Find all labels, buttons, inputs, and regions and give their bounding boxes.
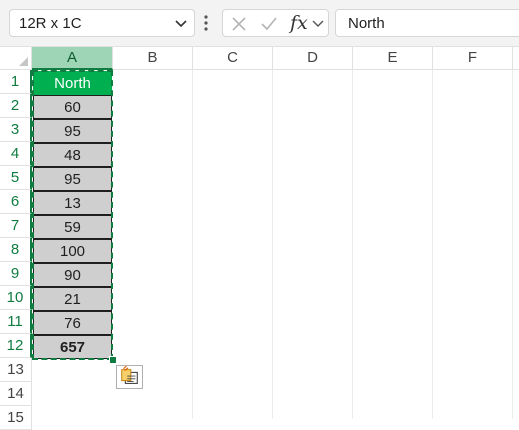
cell-a6[interactable]: 13 (33, 191, 112, 215)
column-header-c[interactable]: C (193, 47, 273, 70)
cell-a9[interactable]: 90 (33, 263, 112, 287)
cell-a1[interactable]: North (33, 71, 112, 95)
gridline (352, 70, 353, 419)
cancel-icon[interactable] (231, 16, 247, 32)
formula-controls: fx (222, 9, 329, 37)
chevron-down-icon[interactable] (312, 18, 324, 30)
gridline (272, 70, 273, 419)
row-header-1[interactable]: 1 (0, 70, 32, 94)
row-header-10[interactable]: 10 (0, 286, 32, 310)
row-header-2[interactable]: 2 (0, 94, 32, 118)
cell-a4[interactable]: 48 (33, 143, 112, 167)
check-icon[interactable] (260, 16, 278, 32)
cell-a2[interactable]: 60 (33, 95, 112, 119)
name-box-value: 12R x 1C (19, 15, 82, 32)
worksheet-grid: A B C D E F 1 2 3 4 5 6 7 8 9 10 11 12 1… (0, 47, 519, 430)
row-header-14[interactable]: 14 (0, 382, 32, 406)
fill-handle[interactable] (109, 356, 117, 364)
chevron-down-icon[interactable] (174, 18, 188, 30)
formula-bar: 12R x 1C fx North (0, 0, 519, 47)
cell-a11[interactable]: 76 (33, 311, 112, 335)
name-box[interactable]: 12R x 1C (9, 9, 195, 37)
cell-a7[interactable]: 59 (33, 215, 112, 239)
column-header-a[interactable]: A (32, 47, 113, 70)
row-header-12[interactable]: 12 (0, 334, 32, 358)
gridline (432, 70, 433, 419)
row-header-7[interactable]: 7 (0, 214, 32, 238)
gridline (192, 70, 193, 419)
column-header-d[interactable]: D (273, 47, 353, 70)
paste-options-button[interactable] (116, 365, 143, 389)
row-header-6[interactable]: 6 (0, 190, 32, 214)
paste-options-icon (121, 365, 138, 384)
cell-a3[interactable]: 95 (33, 119, 112, 143)
row-header-9[interactable]: 9 (0, 262, 32, 286)
cell-a10[interactable]: 21 (33, 287, 112, 311)
select-all-button[interactable] (0, 47, 32, 70)
row-header-5[interactable]: 5 (0, 166, 32, 190)
column-header-f[interactable]: F (433, 47, 513, 70)
row-header-11[interactable]: 11 (0, 310, 32, 334)
cell-a5[interactable]: 95 (33, 167, 112, 191)
formula-input[interactable]: North (335, 9, 519, 37)
row-header-15[interactable]: 15 (0, 406, 32, 430)
column-header-b[interactable]: B (113, 47, 193, 70)
row-header-3[interactable]: 3 (0, 118, 32, 142)
column-header-g[interactable] (513, 47, 519, 70)
more-options-icon[interactable] (203, 12, 209, 34)
row-header-8[interactable]: 8 (0, 238, 32, 262)
formula-content: North (348, 15, 385, 32)
select-all-icon (19, 57, 28, 66)
column-header-e[interactable]: E (353, 47, 433, 70)
cell-a12-total[interactable]: 657 (33, 335, 112, 359)
row-header-13[interactable]: 13 (0, 358, 32, 382)
cell-a8[interactable]: 100 (33, 239, 112, 263)
gridline (512, 70, 513, 419)
row-header-4[interactable]: 4 (0, 142, 32, 166)
insert-function-button[interactable]: fx (290, 12, 308, 34)
